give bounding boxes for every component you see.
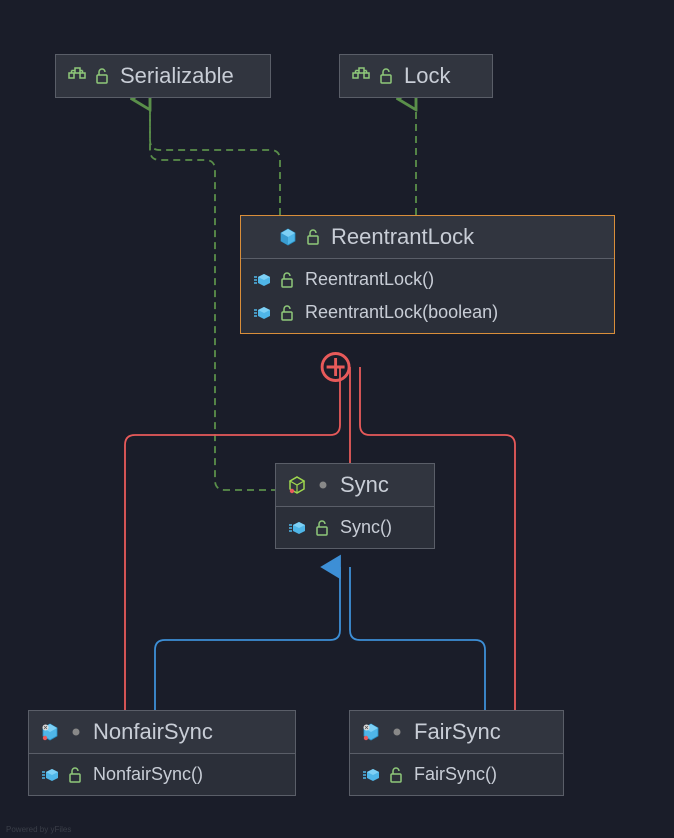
method-label: NonfairSync() — [93, 764, 203, 785]
node-label: Lock — [404, 63, 450, 89]
node-label: FairSync — [414, 719, 501, 745]
method-label: ReentrantLock(boolean) — [305, 302, 498, 323]
method-icon — [362, 766, 380, 784]
node-sync[interactable]: Sync Sync() — [275, 463, 435, 549]
watermark: Powered by yFiles — [6, 825, 71, 834]
method-icon — [253, 271, 271, 289]
class-icon — [279, 228, 297, 246]
unlock-icon — [314, 519, 332, 537]
unlock-icon — [94, 67, 112, 85]
node-fairsync[interactable]: FairSync FairSync() — [349, 710, 564, 796]
interface-icon — [68, 67, 86, 85]
unlock-icon — [388, 766, 406, 784]
method-row[interactable]: ReentrantLock(boolean) — [241, 296, 614, 329]
node-label: NonfairSync — [93, 719, 213, 745]
unlock-icon — [305, 228, 323, 246]
method-label: Sync() — [340, 517, 392, 538]
node-label: Serializable — [120, 63, 234, 89]
static-class-icon — [41, 723, 59, 741]
method-row[interactable]: Sync() — [276, 511, 434, 544]
interface-icon — [352, 67, 370, 85]
node-serializable[interactable]: Serializable — [55, 54, 271, 98]
unlock-icon — [67, 766, 85, 784]
method-icon — [288, 519, 306, 537]
modifier-dot-icon — [67, 723, 85, 741]
unlock-icon — [279, 304, 297, 322]
unlock-icon — [378, 67, 396, 85]
method-icon — [41, 766, 59, 784]
node-label: Sync — [340, 472, 389, 498]
node-nonfairsync[interactable]: NonfairSync NonfairSync() — [28, 710, 296, 796]
node-lock[interactable]: Lock — [339, 54, 493, 98]
method-row[interactable]: ReentrantLock() — [241, 263, 614, 296]
method-icon — [253, 304, 271, 322]
method-label: ReentrantLock() — [305, 269, 434, 290]
node-reentrantlock[interactable]: ReentrantLock ReentrantLock() ReentrantL… — [240, 215, 615, 334]
static-class-icon — [362, 723, 380, 741]
node-label: ReentrantLock — [331, 224, 474, 250]
method-label: FairSync() — [414, 764, 497, 785]
modifier-dot-icon — [388, 723, 406, 741]
method-row[interactable]: FairSync() — [350, 758, 563, 791]
modifier-dot-icon — [314, 476, 332, 494]
method-row[interactable]: NonfairSync() — [29, 758, 295, 791]
unlock-icon — [279, 271, 297, 289]
abstract-class-icon — [288, 476, 306, 494]
